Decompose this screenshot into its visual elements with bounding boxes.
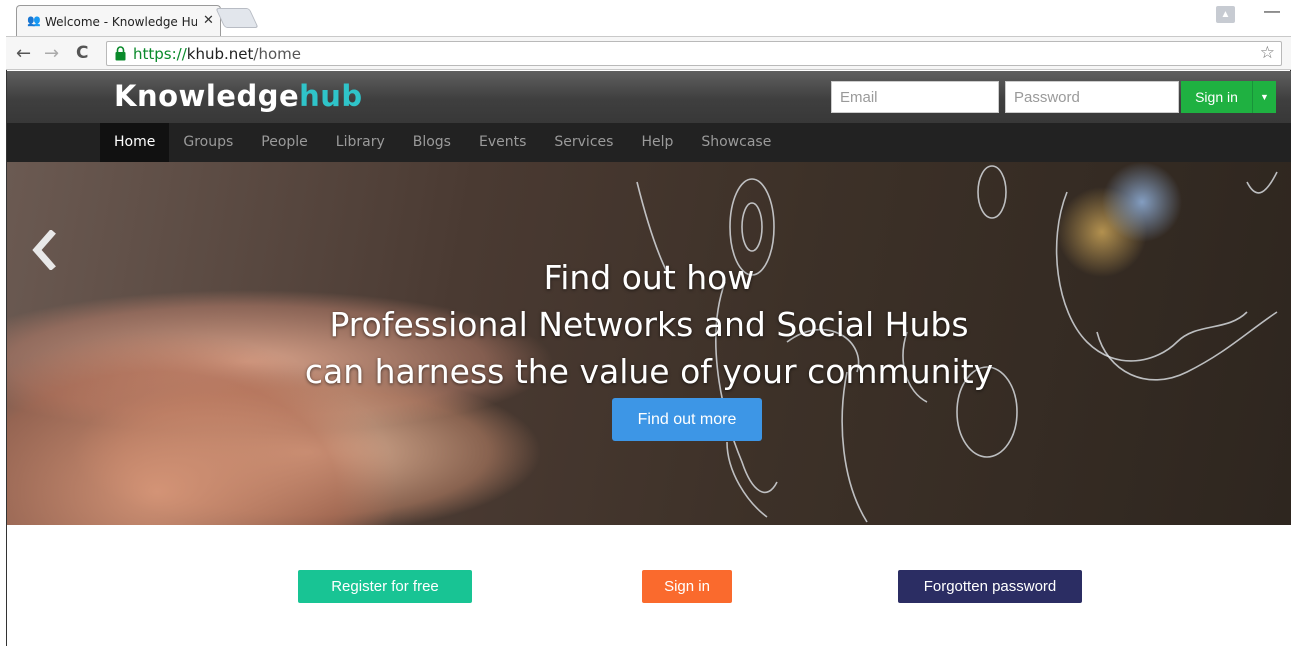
hero-headline: Find out how Professional Networks and S… (7, 254, 1291, 395)
reload-icon[interactable]: C (76, 43, 88, 63)
nav-list: Home Groups People Library Blogs Events … (100, 123, 785, 162)
minimize-icon[interactable]: — (1264, 3, 1280, 21)
profile-icon[interactable]: ▲ (1216, 6, 1235, 23)
register-button[interactable]: Register for free (298, 570, 472, 603)
password-field[interactable] (1005, 81, 1179, 113)
action-buttons: Register for free Sign in Forgotten pass… (7, 525, 1291, 646)
nav-item-showcase[interactable]: Showcase (687, 123, 785, 162)
knowledgehub-logo[interactable]: Knowledgehub (114, 79, 363, 113)
email-field[interactable] (831, 81, 999, 113)
caret-down-icon[interactable]: ▼ (1252, 81, 1276, 113)
hero-carousel: Find out how Professional Networks and S… (7, 162, 1291, 525)
header-signin-button[interactable]: Sign in (1181, 81, 1252, 113)
back-icon[interactable]: ← (16, 43, 31, 64)
nav-item-library[interactable]: Library (322, 123, 399, 162)
signin-button-group: Sign in ▼ (1181, 81, 1276, 113)
nav-item-help[interactable]: Help (627, 123, 687, 162)
hero-line-3: can harness the value of your community (304, 352, 994, 391)
address-bar[interactable]: https://khub.net/home ☆ (106, 41, 1282, 66)
lock-icon (115, 46, 126, 61)
forgotten-password-button[interactable]: Forgotten password (898, 570, 1082, 603)
nav-item-events[interactable]: Events (465, 123, 540, 162)
site-header: Knowledgehub Sign in ▼ (7, 71, 1291, 123)
nav-item-home[interactable]: Home (100, 123, 170, 162)
hero-line-1: Find out how (543, 258, 755, 297)
forward-icon[interactable]: → (44, 43, 59, 64)
toolbar: ← → C https://khub.net/home ☆ (6, 36, 1291, 70)
bookmark-star-icon[interactable]: ☆ (1260, 43, 1275, 63)
main-nav: Home Groups People Library Blogs Events … (7, 123, 1291, 162)
browser-tab[interactable]: 👥 Welcome - Knowledge Hu ✕ (16, 5, 221, 36)
tab-title: Welcome - Knowledge Hu (45, 15, 197, 29)
close-icon[interactable]: ✕ (203, 13, 214, 28)
find-out-more-button[interactable]: Find out more (612, 398, 762, 441)
hero-line-2: Professional Networks and Social Hubs (329, 305, 969, 344)
url-text: https://khub.net/home (133, 45, 301, 63)
nav-item-people[interactable]: People (247, 123, 322, 162)
signin-button[interactable]: Sign in (642, 570, 732, 603)
people-icon: 👥 (27, 14, 41, 27)
nav-item-blogs[interactable]: Blogs (399, 123, 465, 162)
tab-strip: 👥 Welcome - Knowledge Hu ✕ ▲ — (6, 0, 1291, 36)
nav-item-groups[interactable]: Groups (169, 123, 247, 162)
nav-item-services[interactable]: Services (540, 123, 627, 162)
new-tab-button[interactable] (215, 8, 259, 28)
